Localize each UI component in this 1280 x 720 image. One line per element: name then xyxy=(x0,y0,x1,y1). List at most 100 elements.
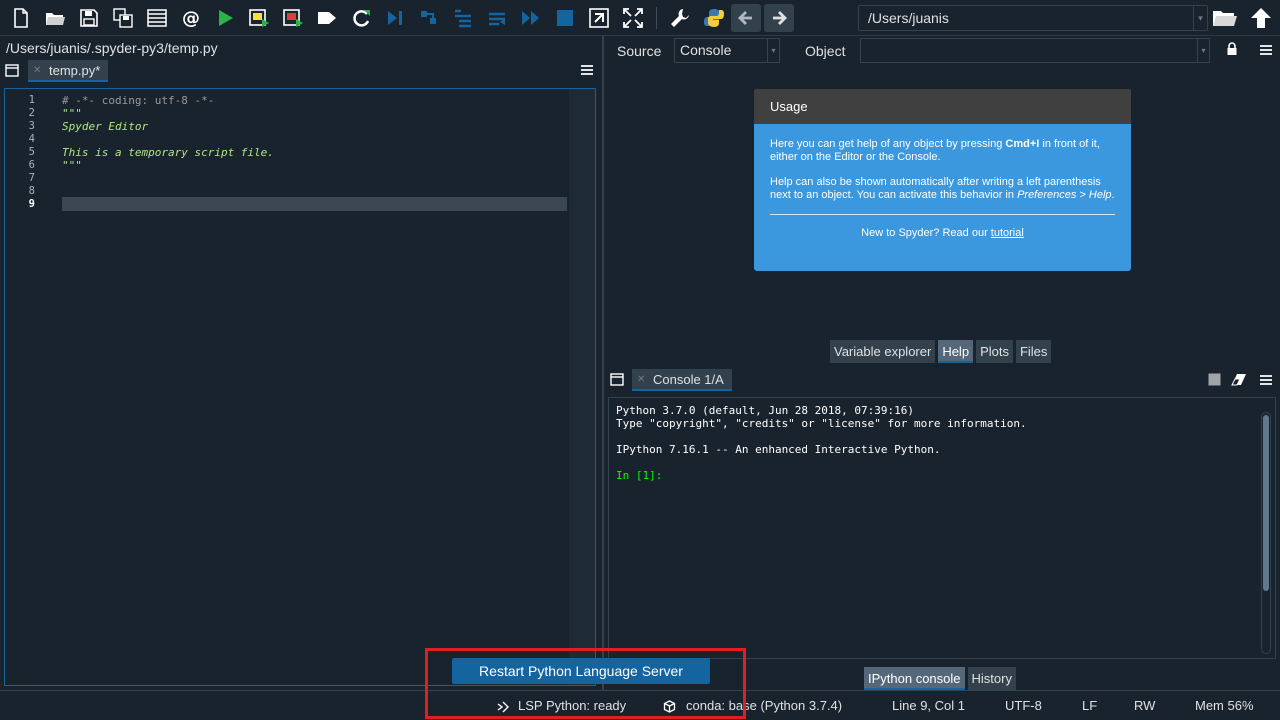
console-prompt: In [1]: xyxy=(616,469,663,482)
code-line: Spyder Editor xyxy=(62,120,149,133)
lock-icon[interactable] xyxy=(1226,42,1238,59)
source-label: Source xyxy=(617,43,662,59)
tab-plots[interactable]: Plots xyxy=(976,340,1013,363)
code-line: """ xyxy=(62,107,82,120)
help-shortcut-key: Cmd+I xyxy=(1005,138,1040,150)
code-editor[interactable]: 1 2 3 4 5 6 7 8 9 # -*- coding: utf-8 -*… xyxy=(4,88,596,686)
help-paragraph-auto: Help can also be shown automatically aft… xyxy=(770,176,1115,202)
debug-continue-icon[interactable] xyxy=(514,3,548,33)
forward-arrow-icon[interactable] xyxy=(764,3,794,32)
editor-tab-temp-py[interactable]: ✕ temp.py* xyxy=(28,60,108,82)
tab-files[interactable]: Files xyxy=(1015,340,1052,363)
run-selection-icon[interactable] xyxy=(310,3,344,33)
run-icon[interactable] xyxy=(208,3,242,33)
object-input[interactable]: ▾ xyxy=(860,38,1210,63)
help-footer: New to Spyder? Read our tutorial xyxy=(770,227,1115,240)
console-scrollbar[interactable] xyxy=(1261,412,1271,654)
preferences-wrench-icon[interactable] xyxy=(663,3,697,33)
help-options-menu-icon[interactable] xyxy=(1259,44,1273,59)
tab-variable-explorer[interactable]: Variable explorer xyxy=(830,340,936,363)
upper-pane-tabs: Variable explorer Help Plots Files xyxy=(830,340,1054,363)
browse-tabs-icon[interactable] xyxy=(5,64,19,80)
help-text: Here you can get help of any object by p… xyxy=(770,138,1006,150)
interrupt-kernel-icon[interactable] xyxy=(1208,373,1221,389)
pane-splitter[interactable] xyxy=(602,36,604,690)
help-card-title: Usage xyxy=(754,89,1131,124)
rerun-icon[interactable] xyxy=(344,3,378,33)
maximize-pane-icon[interactable] xyxy=(582,3,616,33)
tab-history[interactable]: History xyxy=(967,667,1016,690)
line-number: 4 xyxy=(28,133,35,145)
editor-tab-bar: ✕ temp.py* xyxy=(0,60,602,84)
console-tab-1a[interactable]: ✕ Console 1/A xyxy=(632,369,732,391)
console-options-menu-icon[interactable] xyxy=(1259,374,1273,389)
debug-step-into-icon[interactable] xyxy=(446,3,480,33)
status-bar: LSP Python: ready conda: base (Python 3.… xyxy=(0,690,1280,720)
line-number-gutter: 1 2 3 4 5 6 7 8 9 xyxy=(5,89,59,685)
console-tab-bar: ✕ Console 1/A xyxy=(604,368,1280,392)
editor-scrollbar[interactable] xyxy=(569,89,595,685)
chevron-down-icon[interactable]: ▾ xyxy=(767,39,779,62)
conda-env-status[interactable]: conda: base (Python 3.7.4) xyxy=(686,698,842,713)
line-number: 3 xyxy=(28,120,35,132)
editor-file-path: /Users/juanis/.spyder-py3/temp.py xyxy=(6,40,218,56)
console-scrollbar-thumb[interactable] xyxy=(1263,415,1269,591)
chevron-down-icon[interactable]: ▾ xyxy=(1197,39,1209,62)
at-sign-icon[interactable]: @ xyxy=(174,3,208,33)
run-cell-icon[interactable] xyxy=(242,3,276,33)
restart-language-server-button[interactable]: Restart Python Language Server xyxy=(452,658,710,684)
working-directory-input[interactable]: /Users/juanis ▾ xyxy=(858,5,1208,31)
debug-step-icon[interactable] xyxy=(412,3,446,33)
tutorial-link[interactable]: tutorial xyxy=(991,227,1024,239)
help-footer-text: New to Spyder? Read our xyxy=(861,227,991,239)
svg-text:@: @ xyxy=(182,8,200,29)
close-icon[interactable]: ✕ xyxy=(33,65,45,76)
save-all-icon[interactable] xyxy=(106,3,140,33)
line-number: 8 xyxy=(28,185,35,197)
chevron-down-icon[interactable]: ▾ xyxy=(1193,6,1207,30)
parent-directory-icon[interactable] xyxy=(1249,7,1273,32)
help-usage-card: Usage Here you can get help of any objec… xyxy=(754,89,1131,271)
current-line-highlight xyxy=(62,197,567,211)
outline-list-icon[interactable] xyxy=(140,3,174,33)
code-line: """ xyxy=(62,159,82,172)
editor-tab-label: temp.py* xyxy=(49,62,101,78)
help-divider xyxy=(770,214,1115,215)
tab-ipython-console[interactable]: IPython console xyxy=(864,667,965,690)
help-card-body: Here you can get help of any object by p… xyxy=(754,124,1131,240)
code-line: # -*- coding: utf-8 -*- xyxy=(62,94,215,107)
end-of-line-mode: LF xyxy=(1082,698,1098,713)
file-permissions: RW xyxy=(1134,698,1156,713)
tab-help[interactable]: Help xyxy=(938,340,974,363)
console-output-line: Type "copyright", "credits" or "license"… xyxy=(616,417,1027,430)
open-folder-icon[interactable] xyxy=(38,3,72,33)
run-cell-advance-icon[interactable] xyxy=(276,3,310,33)
stop-debug-icon[interactable] xyxy=(548,3,582,33)
memory-usage: Mem 56% xyxy=(1195,698,1254,713)
source-select[interactable]: Console ▾ xyxy=(674,38,780,63)
help-text: . xyxy=(1111,189,1115,201)
console-output-line: Python 3.7.0 (default, Jun 28 2018, 07:3… xyxy=(616,404,915,417)
new-file-icon[interactable] xyxy=(4,3,38,33)
close-icon[interactable]: ✕ xyxy=(637,374,649,385)
python-path-icon[interactable] xyxy=(697,3,731,33)
help-preferences-path: Preferences > Help xyxy=(1017,189,1112,201)
open-directory-icon[interactable] xyxy=(1212,7,1238,32)
fullscreen-icon[interactable] xyxy=(616,3,650,33)
lower-pane-tabs: IPython console History xyxy=(864,667,1019,690)
back-arrow-icon[interactable] xyxy=(731,3,761,32)
debug-step-over-icon[interactable] xyxy=(480,3,514,33)
save-icon[interactable] xyxy=(72,3,106,33)
debug-icon[interactable] xyxy=(378,3,412,33)
code-line: This is a temporary script file. xyxy=(62,146,274,159)
editor-options-menu-icon[interactable] xyxy=(580,64,594,79)
console-tab-label: Console 1/A xyxy=(653,371,724,387)
lsp-status[interactable]: LSP Python: ready xyxy=(518,698,626,713)
ipython-console[interactable]: Python 3.7.0 (default, Jun 28 2018, 07:3… xyxy=(608,397,1276,659)
conda-env-icon xyxy=(663,700,676,716)
object-label: Object xyxy=(805,43,846,59)
code-area[interactable]: # -*- coding: utf-8 -*- """ Spyder Edito… xyxy=(61,89,569,685)
clear-console-eraser-icon[interactable] xyxy=(1231,373,1247,389)
toolbar-separator xyxy=(656,6,657,29)
browse-tabs-icon[interactable] xyxy=(610,373,624,389)
